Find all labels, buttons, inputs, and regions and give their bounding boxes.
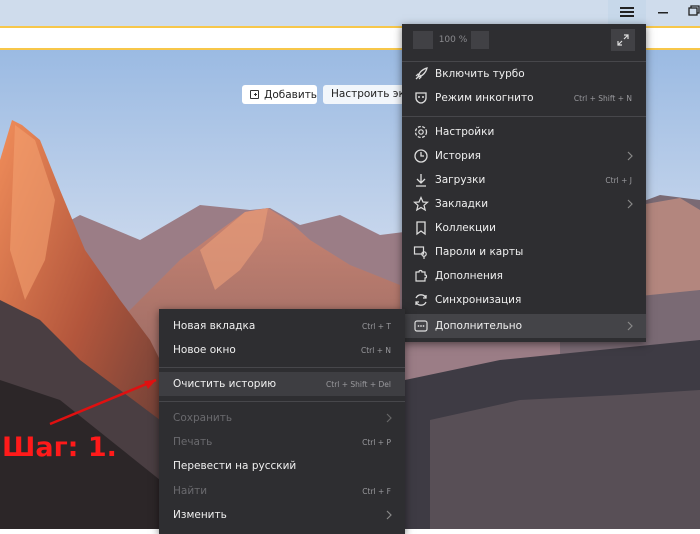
submenu-item-print[interactable]: Печать Ctrl + P (159, 430, 405, 454)
browser-menu-button[interactable] (608, 0, 646, 24)
menu-item-passwords[interactable]: Пароли и карты (402, 240, 646, 264)
add-label: Добавить (264, 88, 317, 101)
chevron-right-icon (627, 199, 633, 209)
menu-item-downloads[interactable]: Загрузки Ctrl + J (402, 168, 646, 192)
puzzle-icon (412, 267, 430, 285)
restore-window-icon[interactable] (686, 3, 700, 19)
bookmark-icon (412, 219, 430, 237)
submenu-item-edit[interactable]: Изменить (159, 503, 405, 527)
menu-divider (402, 116, 646, 117)
zoom-out-button[interactable] (413, 31, 433, 49)
menu-item-sync[interactable]: Синхронизация (402, 288, 646, 312)
key-card-icon (412, 243, 430, 261)
menu-item-settings[interactable]: Настройки (402, 120, 646, 144)
zoom-in-button[interactable] (471, 31, 489, 49)
incognito-mask-icon (412, 89, 430, 107)
star-icon (412, 195, 430, 213)
chevron-right-icon (627, 151, 633, 161)
annotation-step-label: Шаг: 1. (2, 432, 117, 463)
browser-main-menu: 100 % Включить турбо Режим инкогнито Ctr… (402, 24, 646, 342)
submenu-item-translate[interactable]: Перевести на русский (159, 454, 405, 478)
zoom-value: 100 % (438, 35, 468, 45)
customize-screen-button[interactable]: Настроить экра (323, 85, 413, 104)
submenu-item-find[interactable]: Найти Ctrl + F (159, 479, 405, 503)
menu-item-collections[interactable]: Коллекции (402, 216, 646, 240)
fullscreen-button[interactable] (611, 29, 635, 51)
menu-divider (159, 367, 405, 368)
address-bar[interactable] (0, 26, 424, 50)
chevron-right-icon (386, 510, 392, 520)
zoom-controls: 100 % (402, 24, 646, 55)
download-icon (412, 171, 430, 189)
menu-item-more[interactable]: Дополнительно (402, 314, 646, 338)
clock-icon (412, 147, 430, 165)
minimize-icon[interactable] (655, 4, 671, 20)
rocket-icon (412, 65, 430, 83)
menu-item-bookmarks[interactable]: Закладки (402, 192, 646, 216)
fullscreen-icon (617, 34, 629, 46)
menu-item-incognito[interactable]: Режим инкогнито Ctrl + Shift + N (402, 86, 646, 110)
menu-item-history[interactable]: История (402, 144, 646, 168)
gear-icon (412, 123, 430, 141)
more-icon (412, 317, 430, 335)
submenu-item-new-tab[interactable]: Новая вкладка Ctrl + T (159, 314, 405, 338)
more-submenu: Новая вкладка Ctrl + T Новое окно Ctrl +… (159, 309, 405, 534)
address-input[interactable] (0, 28, 424, 50)
chevron-right-icon (386, 413, 392, 423)
address-bar-end[interactable] (646, 26, 700, 50)
menu-item-extensions[interactable]: Дополнения (402, 264, 646, 288)
add-widget-button[interactable]: Добавить (242, 85, 317, 104)
hamburger-icon (620, 7, 634, 17)
sync-icon (412, 291, 430, 309)
submenu-item-new-window[interactable]: Новое окно Ctrl + N (159, 338, 405, 362)
chevron-right-icon (627, 321, 633, 331)
add-icon (250, 90, 260, 99)
menu-item-turbo[interactable]: Включить турбо (402, 62, 646, 86)
submenu-item-clear-history[interactable]: Очистить историю Ctrl + Shift + Del (159, 372, 405, 396)
menu-divider (159, 401, 405, 402)
submenu-item-save[interactable]: Сохранить (159, 406, 405, 430)
